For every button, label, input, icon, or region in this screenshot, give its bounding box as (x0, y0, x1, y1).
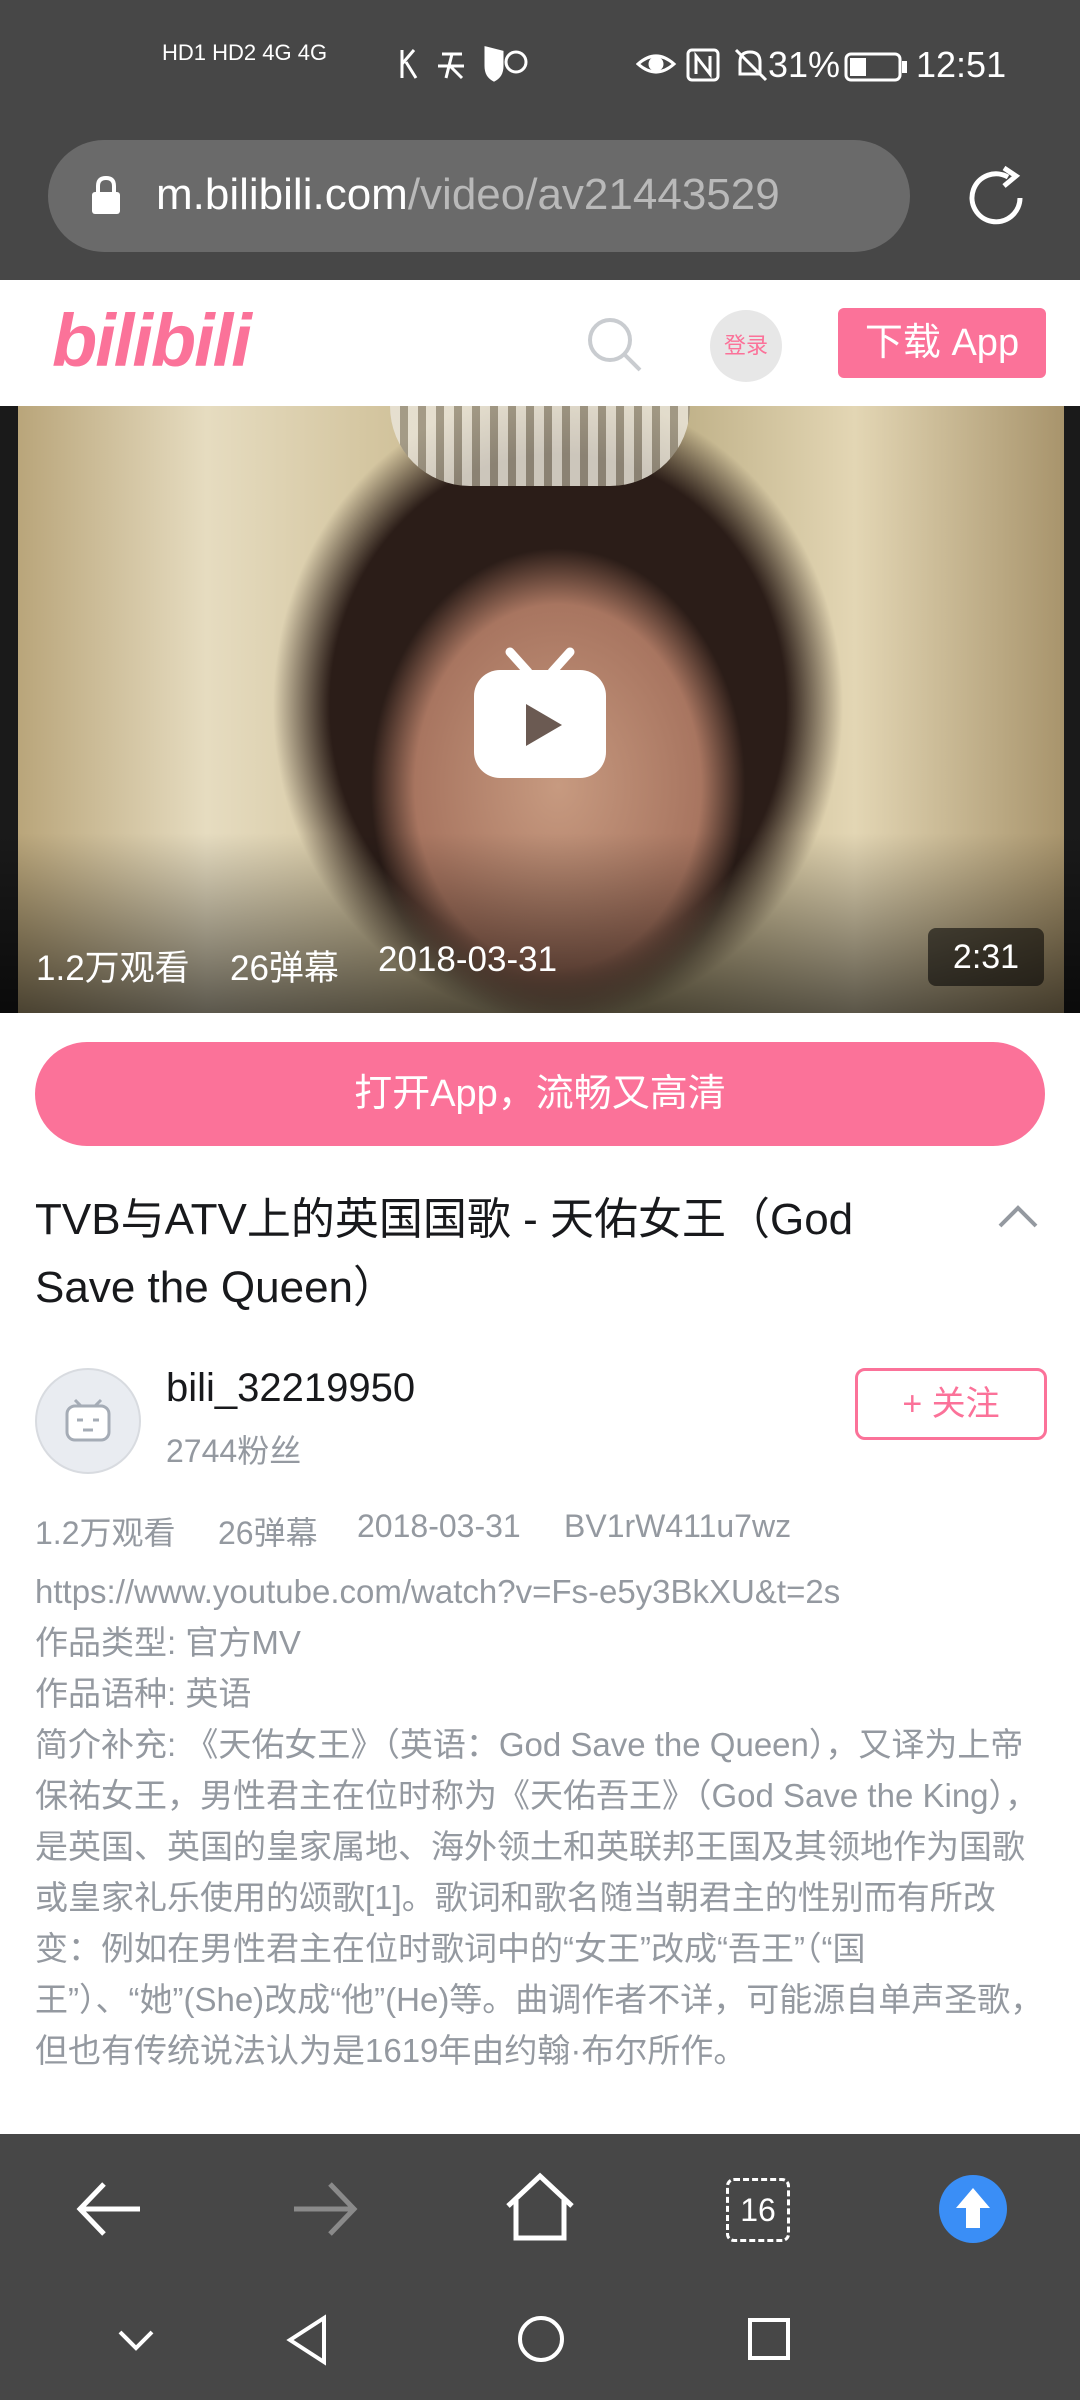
chevron-up-icon[interactable] (996, 1196, 1040, 1236)
description-link[interactable]: https://www.youtube.com/watch?v=Fs-e5y3B… (35, 1566, 1055, 1617)
meta-danmaku: 26弹幕 (218, 1515, 318, 1551)
uploader-name[interactable]: bili_32219950 (166, 1366, 415, 1411)
video-duration: 2:31 (928, 928, 1044, 986)
description-summary: 简介补充: 《天佑女王》（英语：God Save the Queen），又译为上… (35, 1726, 1044, 2069)
meta-bvid: BV1rW411u7wz (564, 1508, 792, 1544)
video-date: 2018-03-31 (378, 940, 558, 979)
avatar[interactable] (35, 1368, 141, 1474)
meta-views: 1.2万观看 (35, 1515, 176, 1551)
video-title: TVB与ATV上的英国国歌 - 天佑女王（God Save the Queen） (35, 1195, 854, 1312)
refresh-icon[interactable] (958, 160, 1034, 236)
forward-icon[interactable] (290, 2176, 360, 2242)
video-danmaku: 26弹幕 (230, 949, 339, 988)
browser-address-bar: m.bilibili.com/video/av21443529 (0, 140, 1080, 280)
meta-date: 2018-03-31 (357, 1508, 521, 1544)
browser-toolbar: 16 (0, 2134, 1080, 2284)
play-icon[interactable] (470, 646, 610, 782)
description-type: 作品类型: 官方MV (35, 1624, 301, 1661)
system-navigation-bar (0, 2284, 1080, 2400)
download-app-button[interactable]: 下载 App (838, 308, 1046, 378)
battery-percent: 31% (768, 44, 841, 85)
nav-back-icon[interactable] (284, 2314, 330, 2366)
url-field[interactable]: m.bilibili.com/video/av21443529 (48, 140, 910, 252)
upload-arrow-icon[interactable] (938, 2174, 1008, 2244)
open-app-button[interactable]: 打开App，流畅又高清 (35, 1042, 1045, 1146)
nav-home-icon[interactable] (516, 2314, 566, 2364)
video-description: https://www.youtube.com/watch?v=Fs-e5y3B… (35, 1566, 1055, 2076)
video-thumbnail-tiara (390, 406, 690, 486)
login-button[interactable]: 登录 (710, 310, 782, 382)
chevron-down-icon[interactable] (116, 2326, 156, 2354)
nav-recents-icon[interactable] (746, 2316, 792, 2362)
video-views: 1.2万观看 (36, 949, 190, 988)
home-icon[interactable] (502, 2170, 578, 2244)
status-app-icons (398, 44, 528, 84)
network-indicator: HD1 HD2 4G 4G (162, 40, 328, 65)
status-bar: HD1 HD2 4G 4G 31% 12:51 (0, 0, 1080, 140)
bilibili-logo[interactable]: bilibili (52, 298, 252, 383)
battery-icon (844, 52, 908, 82)
clock: 12:51 (916, 44, 1007, 85)
uploader-fans: 2744粉丝 (166, 1433, 302, 1469)
url-domain: m.bilibili.com (156, 170, 408, 219)
url-path: /video/av21443529 (407, 170, 780, 219)
site-header: bilibili 登录 下载 App (0, 280, 1080, 406)
tabs-button[interactable]: 16 (726, 2178, 790, 2242)
video-player[interactable]: 1.2万观看 26弹幕 2018-03-31 2:31 (0, 406, 1080, 1013)
search-icon[interactable] (584, 314, 646, 376)
description-language: 作品语种: 英语 (35, 1675, 252, 1712)
follow-button[interactable]: + 关注 (855, 1368, 1047, 1440)
back-icon[interactable] (74, 2176, 144, 2242)
lock-icon (90, 175, 122, 216)
